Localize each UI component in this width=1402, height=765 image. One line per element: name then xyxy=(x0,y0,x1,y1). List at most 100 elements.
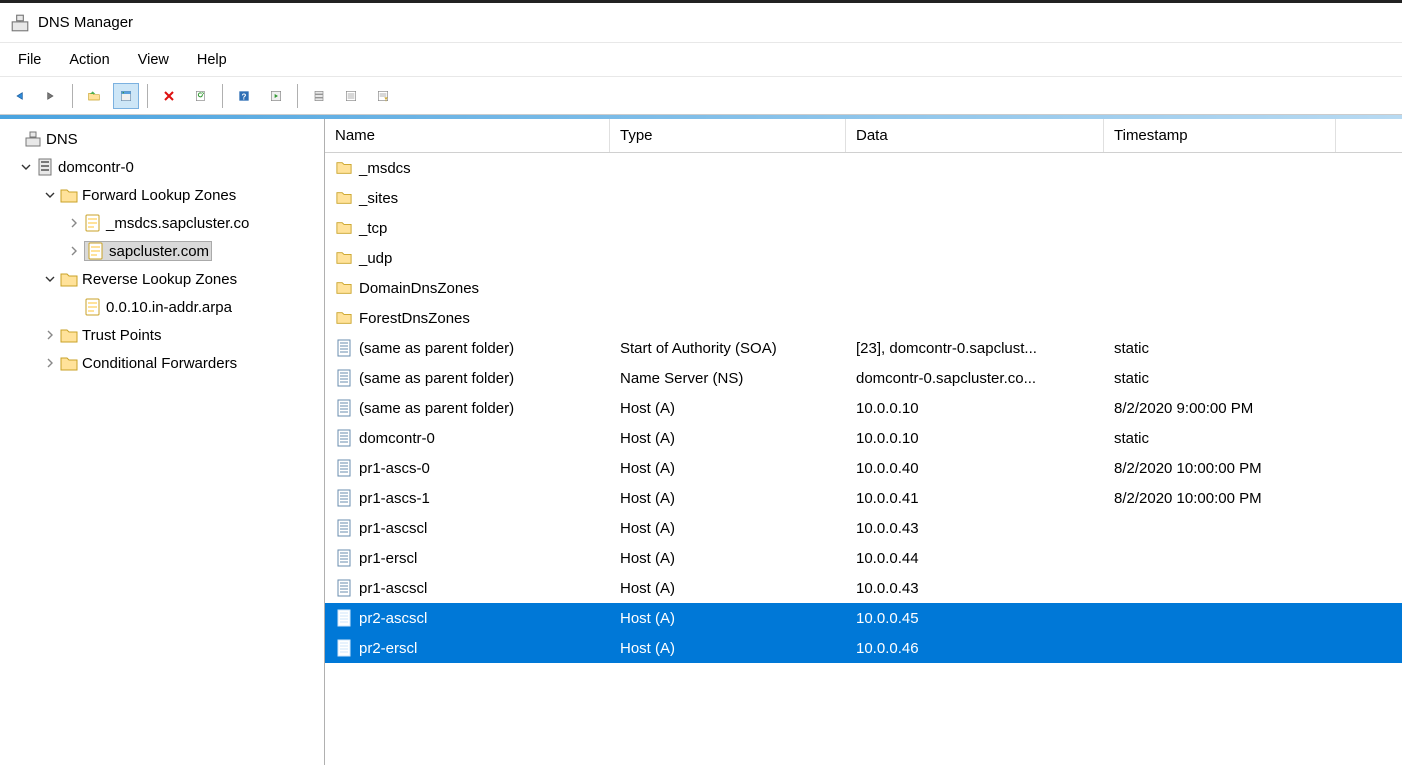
folder-icon xyxy=(335,250,353,266)
cell-name: _sites xyxy=(325,190,610,207)
menu-file[interactable]: File xyxy=(6,48,53,72)
menubar: File Action View Help xyxy=(0,43,1402,77)
record-row[interactable]: _sites xyxy=(325,183,1402,213)
expander-icon[interactable] xyxy=(66,215,82,231)
filter-view-button[interactable] xyxy=(370,83,396,109)
refresh-button[interactable] xyxy=(188,83,214,109)
cell-type: Host (A) xyxy=(610,550,846,567)
cell-timestamp: 8/2/2020 10:00:00 PM xyxy=(1104,490,1336,507)
record-icon xyxy=(335,399,353,417)
cell-name: pr1-ascscl xyxy=(325,519,610,537)
cell-timestamp: static xyxy=(1104,340,1336,357)
app-icon xyxy=(10,13,30,33)
record-row[interactable]: _udp xyxy=(325,243,1402,273)
server-icon xyxy=(36,158,54,176)
cell-type: Host (A) xyxy=(610,640,846,657)
cell-name: pr1-ascscl xyxy=(325,579,610,597)
separator-icon xyxy=(72,84,73,108)
record-row[interactable]: (same as parent folder)Name Server (NS)d… xyxy=(325,363,1402,393)
dns-icon xyxy=(24,130,42,148)
folder-icon xyxy=(60,355,78,371)
expander-icon[interactable] xyxy=(42,187,58,203)
tree-server[interactable]: domcontr-0 xyxy=(0,153,324,181)
cell-name: pr1-ascs-0 xyxy=(325,459,610,477)
tree-zone-sapcluster[interactable]: sapcluster.com xyxy=(0,237,324,265)
record-row[interactable]: _tcp xyxy=(325,213,1402,243)
tree-label: Forward Lookup Zones xyxy=(82,187,236,204)
up-level-button[interactable] xyxy=(81,83,107,109)
list-view-button[interactable] xyxy=(338,83,364,109)
record-row[interactable]: pr1-ersclHost (A)10.0.0.44 xyxy=(325,543,1402,573)
cell-type: Host (A) xyxy=(610,460,846,477)
run-button[interactable] xyxy=(263,83,289,109)
cell-name: _udp xyxy=(325,250,610,267)
delete-button[interactable] xyxy=(156,83,182,109)
expander-icon[interactable] xyxy=(18,159,34,175)
back-button[interactable] xyxy=(6,83,32,109)
help-button[interactable] xyxy=(231,83,257,109)
tree-conditional-forwarders[interactable]: Conditional Forwarders xyxy=(0,349,324,377)
record-row[interactable]: DomainDnsZones xyxy=(325,273,1402,303)
stack-view-button[interactable] xyxy=(306,83,332,109)
record-rows[interactable]: _msdcs _sites _tcp _udp DomainDnsZones Forest… xyxy=(325,153,1402,765)
expander-icon[interactable] xyxy=(42,355,58,371)
folder-icon xyxy=(335,280,353,296)
folder-icon xyxy=(60,327,78,343)
column-data[interactable]: Data xyxy=(846,119,1104,152)
tree-reverse-lookup-zones[interactable]: Reverse Lookup Zones xyxy=(0,265,324,293)
record-name: _tcp xyxy=(359,220,387,237)
tree-label: 0.0.10.in-addr.arpa xyxy=(106,299,232,316)
record-name: DomainDnsZones xyxy=(359,280,479,297)
cell-type: Start of Authority (SOA) xyxy=(610,340,846,357)
record-icon xyxy=(335,639,353,657)
record-name: pr2-erscl xyxy=(359,640,417,657)
zone-icon xyxy=(84,214,102,232)
record-row[interactable]: (same as parent folder)Host (A)10.0.0.10… xyxy=(325,393,1402,423)
record-row[interactable]: pr1-ascs-0Host (A)10.0.0.408/2/2020 10:0… xyxy=(325,453,1402,483)
cell-name: pr2-ascscl xyxy=(325,609,610,627)
tree-reverse-zone[interactable]: 0.0.10.in-addr.arpa xyxy=(0,293,324,321)
zone-icon xyxy=(87,242,105,260)
record-row[interactable]: ForestDnsZones xyxy=(325,303,1402,333)
record-row[interactable]: pr1-ascs-1Host (A)10.0.0.418/2/2020 10:0… xyxy=(325,483,1402,513)
record-name: pr1-ascs-1 xyxy=(359,490,430,507)
column-name[interactable]: Name xyxy=(325,119,610,152)
tree-label: DNS xyxy=(46,131,78,148)
cell-data: 10.0.0.10 xyxy=(846,400,1104,417)
column-type[interactable]: Type xyxy=(610,119,846,152)
tree-trust-points[interactable]: Trust Points xyxy=(0,321,324,349)
cell-type: Host (A) xyxy=(610,580,846,597)
expander-icon[interactable] xyxy=(66,243,82,259)
record-row[interactable]: pr1-ascsclHost (A)10.0.0.43 xyxy=(325,573,1402,603)
record-row[interactable]: pr2-ersclHost (A)10.0.0.46 xyxy=(325,633,1402,663)
cell-type: Name Server (NS) xyxy=(610,370,846,387)
menu-action[interactable]: Action xyxy=(57,48,121,72)
expander-icon[interactable] xyxy=(42,327,58,343)
record-name: _msdcs xyxy=(359,160,411,177)
tree-zone-msdcs[interactable]: _msdcs.sapcluster.co xyxy=(0,209,324,237)
separator-icon xyxy=(222,84,223,108)
expander-icon[interactable] xyxy=(42,271,58,287)
record-icon xyxy=(335,339,353,357)
record-row[interactable]: domcontr-0Host (A)10.0.0.10static xyxy=(325,423,1402,453)
menu-help[interactable]: Help xyxy=(185,48,239,72)
toolbar xyxy=(0,77,1402,115)
show-hide-tree-button[interactable] xyxy=(113,83,139,109)
record-row[interactable]: (same as parent folder)Start of Authorit… xyxy=(325,333,1402,363)
record-row[interactable]: pr2-ascsclHost (A)10.0.0.45 xyxy=(325,603,1402,633)
cell-type: Host (A) xyxy=(610,400,846,417)
tree-label: Reverse Lookup Zones xyxy=(82,271,237,288)
record-row[interactable]: _msdcs xyxy=(325,153,1402,183)
record-name: pr2-ascscl xyxy=(359,610,427,627)
separator-icon xyxy=(297,84,298,108)
menu-view[interactable]: View xyxy=(126,48,181,72)
tree-root-dns[interactable]: DNS xyxy=(0,125,324,153)
forward-button[interactable] xyxy=(38,83,64,109)
record-row[interactable]: pr1-ascsclHost (A)10.0.0.43 xyxy=(325,513,1402,543)
dns-manager-window: DNS Manager File Action View Help xyxy=(0,0,1402,765)
cell-type: Host (A) xyxy=(610,520,846,537)
cell-name: (same as parent folder) xyxy=(325,339,610,357)
column-timestamp[interactable]: Timestamp xyxy=(1104,119,1336,152)
cell-name: ForestDnsZones xyxy=(325,310,610,327)
tree-forward-lookup-zones[interactable]: Forward Lookup Zones xyxy=(0,181,324,209)
